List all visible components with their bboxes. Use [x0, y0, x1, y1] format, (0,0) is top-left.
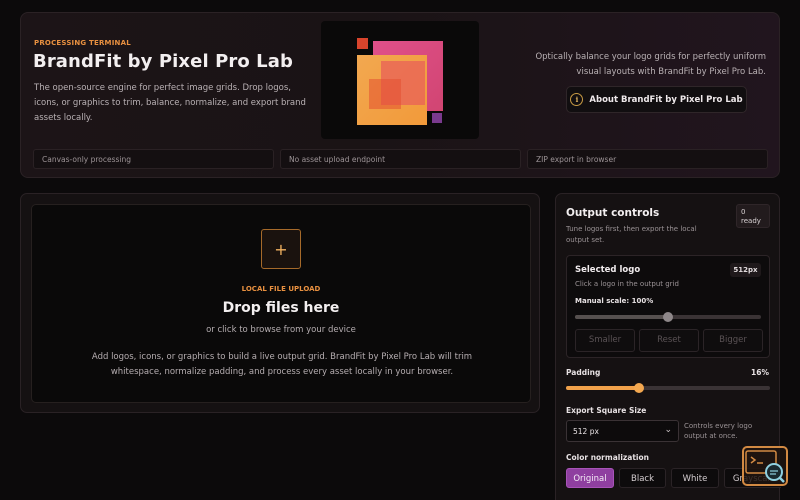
- padding-value: 16%: [751, 368, 769, 377]
- chip-zip-export: ZIP export in browser: [527, 149, 768, 169]
- controls-subtitle: Tune logos first, then export the local …: [566, 225, 697, 244]
- plus-icon: +: [261, 229, 301, 269]
- ready-label: ready: [741, 217, 761, 225]
- feature-chips: Canvas-only processing No asset upload e…: [33, 149, 768, 169]
- upload-eyebrow: LOCAL FILE UPLOAD: [241, 285, 321, 293]
- manual-scale-slider[interactable]: [575, 312, 761, 322]
- color-option-black[interactable]: Black: [619, 468, 666, 488]
- controls-title: Output controls: [566, 207, 660, 219]
- selected-logo-hint: Click a logo in the output grid: [575, 280, 679, 288]
- export-size-select[interactable]: 512 px ⌄: [566, 420, 679, 442]
- color-normalization-label: Color normalization: [566, 453, 649, 462]
- floating-terminal-button[interactable]: [742, 446, 788, 486]
- ready-count-badge: 0 ready: [736, 204, 770, 228]
- export-size-label: Export Square Size: [566, 406, 647, 415]
- manual-scale-thumb[interactable]: [663, 312, 673, 322]
- hero-description: The open-source engine for perfect image…: [34, 83, 306, 123]
- logo-grid-preview: [321, 21, 479, 139]
- selected-size-badge: 512px: [730, 263, 761, 277]
- reset-button[interactable]: Reset: [639, 329, 699, 352]
- dropzone-description: Add logos, icons, or graphics to build a…: [91, 352, 473, 377]
- hero-panel: PROCESSING TERMINAL BrandFit by Pixel Pr…: [20, 12, 780, 178]
- color-option-original[interactable]: Original: [566, 468, 614, 488]
- terminal-search-icon: [745, 450, 785, 483]
- file-dropzone[interactable]: + LOCAL FILE UPLOAD Drop files here or c…: [31, 204, 531, 403]
- export-size-value: 512 px: [573, 427, 599, 436]
- padding-thumb[interactable]: [634, 383, 644, 393]
- smaller-button[interactable]: Smaller: [575, 329, 635, 352]
- manual-scale-label: Manual scale: 100%: [575, 297, 654, 305]
- manual-scale-fill: [575, 315, 668, 319]
- hero-eyebrow: PROCESSING TERMINAL: [34, 39, 131, 47]
- preview-square-red: [357, 38, 368, 49]
- chip-canvas-only: Canvas-only processing: [33, 149, 274, 169]
- bigger-button[interactable]: Bigger: [703, 329, 763, 352]
- export-size-note: Controls every logo output at once.: [684, 422, 753, 440]
- preview-square-purple: [432, 113, 442, 123]
- dropzone-title: Drop files here: [222, 300, 340, 316]
- upload-panel: + LOCAL FILE UPLOAD Drop files here or c…: [20, 193, 540, 413]
- about-button-label: About BrandFit by Pixel Pro Lab: [589, 94, 743, 105]
- padding-slider[interactable]: [566, 383, 770, 393]
- chevron-down-icon: ⌄: [664, 425, 672, 435]
- info-icon: i: [570, 93, 584, 106]
- padding-label: Padding: [566, 368, 601, 377]
- about-button[interactable]: i About BrandFit by Pixel Pro Lab: [566, 86, 747, 113]
- dropzone-subtitle: or click to browse from your device: [206, 325, 356, 335]
- selected-logo-card: Selected logo 512px Click a logo in the …: [566, 255, 770, 358]
- chip-no-upload: No asset upload endpoint: [280, 149, 521, 169]
- page-title: BrandFit by Pixel Pro Lab: [33, 51, 293, 72]
- selected-logo-title: Selected logo: [575, 265, 641, 275]
- padding-fill: [566, 386, 639, 390]
- color-option-white[interactable]: White: [671, 468, 719, 488]
- preview-square-deep: [369, 79, 401, 109]
- ready-count: 0: [741, 208, 746, 216]
- hero-tagline: Optically balance your logo grids for pe…: [535, 52, 766, 77]
- scale-buttons: Smaller Reset Bigger: [575, 329, 763, 352]
